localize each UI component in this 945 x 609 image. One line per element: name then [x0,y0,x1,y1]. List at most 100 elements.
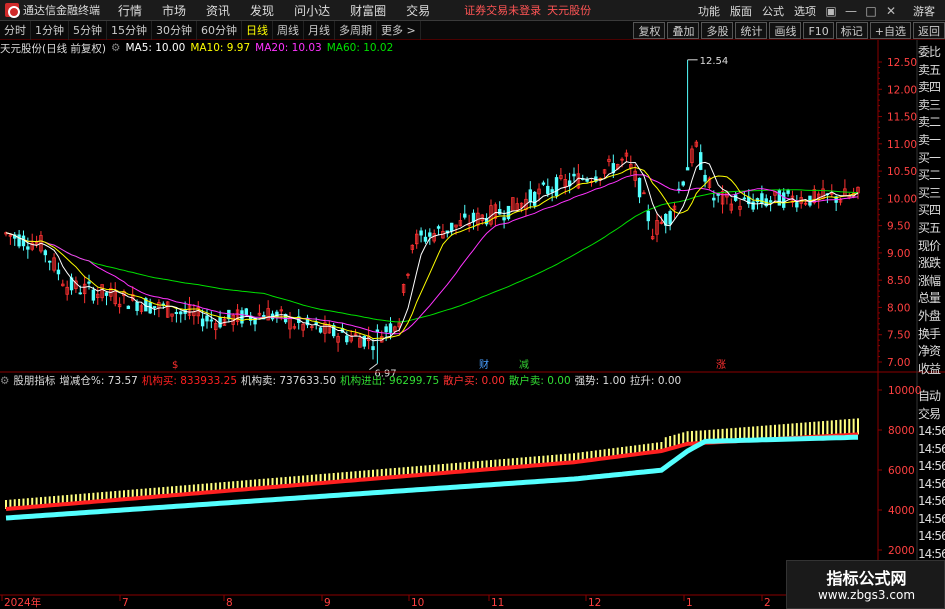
quote-panel-item[interactable]: 换手 [918,326,945,344]
title-right-area: 功能 版面 公式 选项 ▣ — □ ✕ 游客 [693,0,945,21]
quote-panel-item[interactable]: 卖三 [918,97,945,115]
current-stock-name: 天元股份 [547,4,592,17]
watermark: 指标公式网 www.zbgs3.com [786,560,945,609]
menu-gongshi[interactable]: 公式 [757,3,789,19]
quote-panel-item[interactable]: 买三 [918,185,945,203]
period-1min[interactable]: 1分钟 [31,20,69,40]
candle-body [685,167,690,171]
menu-wenxiaoda[interactable]: 问小达 [284,2,340,19]
diejia-button[interactable]: 叠加 [667,22,700,39]
quote-panel-item[interactable]: 总量 [918,290,945,308]
ma60-value: MA60: 10.02 [326,42,394,54]
event-mark: $ [172,360,178,371]
menu-shichang[interactable]: 市场 [152,2,196,19]
period-15min[interactable]: 15分钟 [107,20,152,40]
period-60min[interactable]: 60分钟 [197,20,242,40]
add-watchlist-button[interactable]: +自选 [869,22,911,39]
menu-faxian[interactable]: 发现 [240,2,284,19]
quote-panel-item[interactable]: 卖二 [918,114,945,132]
quote-side-panel[interactable]: 委比 卖五 卖四 卖三 卖二 卖一 买一 买二 买三 买四 买五 现价 涨跌 涨幅 总量 外盘 换手 净资 收益 [918,44,945,389]
candle-body [43,250,48,256]
candle-body [318,327,323,333]
fuquan-button[interactable]: 复权 [633,22,666,39]
trade-side-panel[interactable]: 自动 交易 14:56 14:56 14:56 14:56 14:56 14:56 14:56 1… [918,388,945,588]
quote-panel-item[interactable]: 收益 [918,361,945,379]
watermark-url: www.zbgs3.com [817,588,916,602]
menu-xuanxiang[interactable]: 选项 [789,3,821,19]
back-button[interactable]: 返回 [913,22,945,39]
guest-label[interactable]: 游客 [901,3,945,19]
quote-panel-item[interactable]: 现价 [918,238,945,256]
period-monthly[interactable]: 月线 [304,20,335,40]
indicator-gear-icon[interactable]: ⚙ [0,375,9,387]
trade-panel-item[interactable]: 14:56 [918,458,945,476]
menu-gongneng[interactable]: 功能 [693,3,725,19]
trade-panel-item[interactable]: 自动 [918,388,945,406]
quote-panel-item[interactable]: 卖一 [918,132,945,150]
candle-body [436,226,441,229]
candle-body [532,191,537,206]
indicator-lasheng: 拉升: 0.00 [629,375,682,387]
quote-panel-item[interactable]: 委比 [918,44,945,62]
candle-body [200,318,205,327]
quote-panel-item[interactable]: 买二 [918,167,945,185]
candle-body [362,335,366,347]
quote-panel-item[interactable]: 卖四 [918,79,945,97]
candle-body [126,305,131,310]
quote-panel-item[interactable]: 买四 [918,202,945,220]
price-axis-label: 7.00 [887,357,910,369]
period-daily[interactable]: 日线 [242,20,273,40]
minimize-icon[interactable]: — [841,1,861,21]
quote-panel-item[interactable]: 外盘 [918,308,945,326]
biaoji-button[interactable]: 标记 [835,22,868,39]
date-axis-label: 9 [324,597,331,609]
indicator-sanhu-mai: 散户买: 0.00 [443,375,505,387]
trade-panel-item[interactable]: 14:56 [918,493,945,511]
chart-info-line: 天元股份(日线 前复权) ⚙ MA5: 10.00 MA10: 9.97 MA2… [0,40,398,56]
candlestick-chart[interactable]: 12.546.97$ 财减涨 [4,56,860,380]
quote-panel-item[interactable]: 买五 [918,220,945,238]
ma10-value: MA10: 9.97 [190,42,251,54]
trade-panel-item[interactable]: 14:56 [918,476,945,494]
menu-zixun[interactable]: 资讯 [196,2,240,19]
indicator-name[interactable]: 股朋指标 [13,373,55,388]
period-5min[interactable]: 5分钟 [69,20,107,40]
candle-body [135,301,139,311]
menu-jiaoyi[interactable]: 交易 [396,2,440,19]
trade-panel-item[interactable]: 交易 [918,406,945,424]
settings-gear-icon[interactable]: ⚙ [111,42,120,54]
trade-panel-item[interactable]: 14:56 [918,423,945,441]
tongji-button[interactable]: 统计 [735,22,768,39]
indicator-jigou-jinchu: 机构进出: 96299.75 [340,375,440,387]
chart-canvas[interactable]: 12.546.97$ 财减涨 12.5012.0011.5011.0010.501… [0,0,945,609]
login-status[interactable]: 证券交易未登录 [464,2,541,18]
date-axis-label: 10 [411,597,424,609]
close-icon[interactable]: ✕ [881,1,901,21]
quote-panel-item[interactable]: 净资 [918,343,945,361]
skin-icon[interactable]: ▣ [821,1,841,21]
menu-caifuquan[interactable]: 财富圈 [340,2,396,19]
quote-panel-item[interactable]: 卖五 [918,62,945,80]
trade-panel-item[interactable]: 14:56 [918,441,945,459]
period-weekly[interactable]: 周线 [273,20,304,40]
quote-panel-item[interactable]: 买一 [918,150,945,168]
period-more[interactable]: 更多 > [377,20,421,40]
candle-body [152,306,157,309]
duogu-button[interactable]: 多股 [701,22,734,39]
candle-body [463,213,467,218]
menu-banmian[interactable]: 版面 [725,3,757,19]
quote-panel-item[interactable]: 涨跌 [918,255,945,273]
menu-hangqing[interactable]: 行情 [108,2,152,19]
trade-panel-item[interactable]: 14:56 [918,511,945,529]
date-axis-label: 7 [122,597,129,609]
period-fenshi[interactable]: 分时 [0,20,31,40]
maximize-icon[interactable]: □ [861,1,881,21]
period-30min[interactable]: 30分钟 [152,20,197,40]
toolbar-right-buttons: 复权 叠加 多股 统计 画线 F10 标记 +自选 返回 [631,21,945,40]
huaxian-button[interactable]: 画线 [769,22,802,39]
quote-panel-item[interactable]: 涨幅 [918,273,945,291]
period-multi[interactable]: 多周期 [335,20,377,40]
f10-button[interactable]: F10 [803,22,834,39]
indicator-chart[interactable] [5,418,859,521]
trade-panel-item[interactable]: 14:56 [918,528,945,546]
